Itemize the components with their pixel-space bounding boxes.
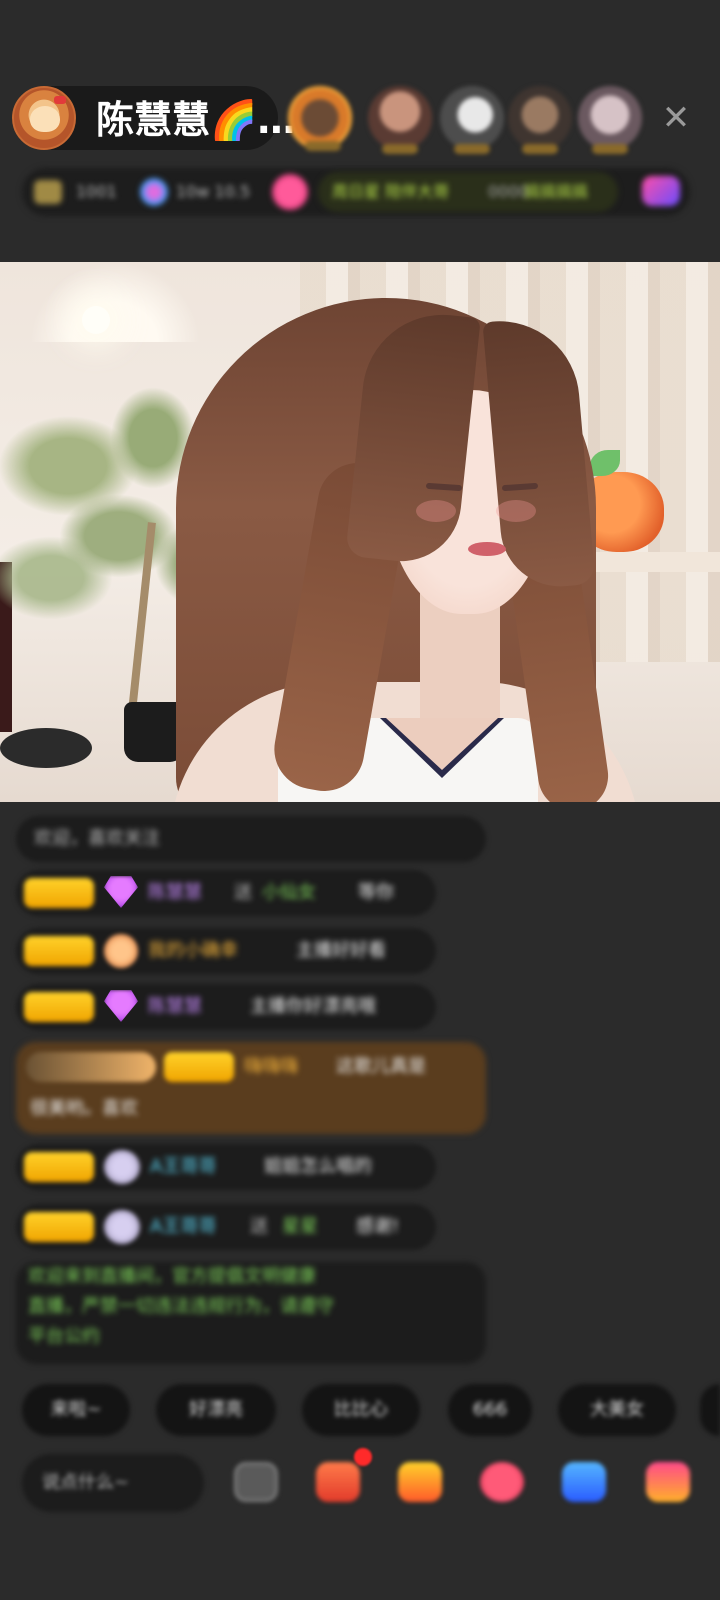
emoji-icon[interactable] [234,1462,278,1502]
game-icon[interactable] [562,1462,606,1502]
level-badge [24,992,94,1022]
chat-username[interactable]: 嗨嗨嗨 [244,1044,298,1090]
live-video[interactable] [0,262,720,802]
notification-dot [354,1448,372,1466]
quick-reply-2[interactable]: 好漂亮 [156,1384,276,1436]
chat-username[interactable]: 陈慧慧 [148,870,202,916]
viewer-avatar-4[interactable] [508,86,572,154]
host-avatar[interactable] [12,86,76,150]
notice-line-3: 平台公约 [28,1326,100,1347]
quick-reply-1[interactable]: 来啦~ [22,1384,130,1436]
chat-text: 姐姐怎么唱的 [264,1156,372,1177]
ufo-icon[interactable] [642,176,680,206]
chat-text-line2: 很美哟。喜欢 [30,1098,138,1119]
stat-value-2[interactable]: 10w 10.5 [176,180,250,204]
stat-value-4: 0000 [488,182,529,201]
quick-reply-5[interactable]: 大美女 [558,1384,676,1436]
quick-reply-3[interactable]: 比比心 [302,1384,420,1436]
chat-connector: 送 [234,882,252,903]
pink-badge-icon[interactable] [272,174,308,210]
chat-target[interactable]: 小仙女 [262,870,316,916]
gold-icon[interactable] [398,1462,442,1502]
host-name[interactable]: 陈慧慧🌈… [96,98,295,142]
chat-username[interactable]: 陈慧慧 [148,984,202,1030]
stat-value-3: 周日星 陪伴大哥 [332,182,450,201]
chat-target[interactable]: 星星 [282,1204,318,1250]
chat-text: 等你 [358,882,394,903]
viewer-avatar-2[interactable] [368,86,432,154]
quick-reply-4[interactable]: 666 [448,1384,532,1436]
crown-icon [34,180,62,204]
level-badge [24,1212,94,1242]
chat-username[interactable]: 我的小确幸 [148,928,238,974]
comment-input[interactable]: 说点什么~ [22,1454,204,1512]
heart-icon[interactable] [480,1462,524,1502]
close-icon[interactable]: ✕ [656,98,696,138]
chat-text: 这歌儿真是 [336,1056,426,1077]
viewer-avatar-1[interactable] [288,86,352,151]
box-icon[interactable] [646,1462,690,1502]
vip-badge [26,1052,156,1082]
orb-icon [140,178,168,206]
viewer-avatar-5[interactable] [578,86,642,154]
chat-text: 主播好好看 [296,940,386,961]
bubble-icon [104,1210,140,1244]
chat-username[interactable]: A王哥哥 [150,1144,216,1190]
level-badge [24,1152,94,1182]
notice-line-1: 欢迎来到直播间，官方提倡文明健康 [28,1266,316,1287]
chat-welcome-text: 欢迎，喜欢关注 [34,828,160,849]
bubble-icon [104,1150,140,1184]
level-badge [164,1052,234,1082]
stat-value-1[interactable]: 1001 [76,180,117,204]
chat-text: 主播你好漂亮哦 [250,996,376,1017]
stat-value-5: 搞搞搞搞 [524,182,589,201]
chat-username[interactable]: A王哥哥 [150,1204,216,1250]
ball-icon [104,934,138,968]
viewer-avatar-3[interactable] [440,86,504,154]
quick-reply-overflow[interactable] [700,1384,720,1436]
chat-connector: 送 [250,1216,268,1237]
level-badge [24,878,94,908]
chat-text: 感谢! [356,1216,400,1237]
notice-line-2: 直播，严禁一切违法违规行为，请遵守 [28,1296,334,1317]
level-badge [24,936,94,966]
gift-icon[interactable] [316,1462,360,1502]
